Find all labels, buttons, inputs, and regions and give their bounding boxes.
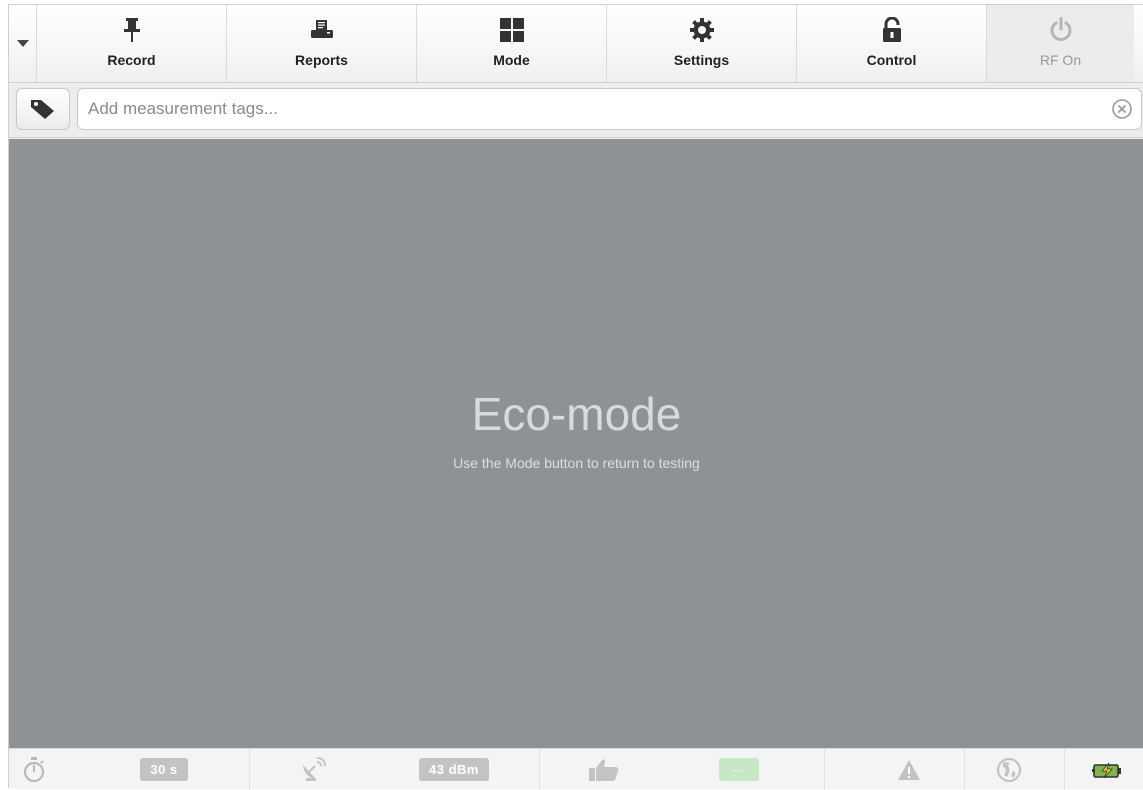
satellite-status[interactable] [294, 749, 334, 790]
control-button[interactable]: Control [797, 5, 987, 82]
caret-down-icon [16, 39, 29, 47]
thumbs-up-icon [589, 758, 619, 781]
record-button[interactable]: Record [37, 5, 227, 82]
status-value-badge: --- [714, 749, 764, 790]
battery-status[interactable] [1084, 749, 1129, 790]
app-window: Record Reports Mode Settings Control RF … [8, 4, 1143, 790]
toolbar-collapse-button[interactable] [9, 5, 37, 82]
eco-mode-title: Eco-mode [471, 388, 682, 440]
main-toolbar: Record Reports Mode Settings Control RF … [9, 5, 1143, 83]
status-separator [539, 749, 540, 790]
gear-icon [689, 18, 714, 42]
rf-on-button-label: RF On [1039, 52, 1082, 68]
clear-circle-x-icon [1112, 99, 1132, 119]
thumbs-up-status[interactable] [584, 749, 624, 790]
mode-button-label: Mode [493, 52, 530, 68]
status-bar: 30 s 43 dBm --- [9, 748, 1143, 790]
status-separator [1064, 749, 1065, 790]
network-status[interactable] [989, 749, 1029, 790]
satellite-dish-icon [303, 756, 326, 781]
tag-input-container [77, 88, 1142, 130]
power-value-badge: 43 dBm [409, 749, 499, 790]
status-separator [964, 749, 965, 790]
grid-icon [499, 18, 524, 42]
battery-charging-icon [1091, 762, 1121, 778]
reports-button[interactable]: Reports [227, 5, 417, 82]
timer-value-badge: 30 s [129, 749, 199, 790]
power-icon [1050, 17, 1071, 41]
rf-on-button[interactable]: RF On [987, 5, 1134, 82]
control-button-label: Control [866, 52, 917, 68]
unlocked-padlock-icon [882, 17, 901, 42]
timer-status[interactable] [9, 749, 59, 790]
tag-icon [31, 100, 54, 119]
warning-triangle-icon [898, 759, 920, 780]
timer-value: 30 s [140, 758, 188, 781]
reports-button-label: Reports [295, 52, 348, 68]
tag-bar [9, 84, 1143, 138]
printer-icon [310, 20, 333, 38]
settings-button-label: Settings [673, 52, 730, 68]
measurement-tags-input[interactable] [78, 89, 1098, 129]
settings-button[interactable]: Settings [607, 5, 797, 82]
power-value: 43 dBm [419, 758, 489, 781]
status-separator [249, 749, 250, 790]
clear-tags-button[interactable] [1111, 98, 1133, 120]
eco-mode-subtitle: Use the Mode button to return to testing [453, 455, 700, 471]
mode-button[interactable]: Mode [417, 5, 607, 82]
stopwatch-icon [23, 756, 45, 782]
record-button-label: Record [107, 52, 156, 68]
tag-button[interactable] [16, 88, 70, 130]
status-separator [824, 749, 825, 790]
status-value: --- [719, 758, 759, 781]
warning-status[interactable] [889, 749, 929, 790]
globe-icon [996, 757, 1022, 782]
main-content-area: Eco-mode Use the Mode button to return t… [9, 139, 1143, 748]
pushpin-icon [123, 18, 140, 42]
